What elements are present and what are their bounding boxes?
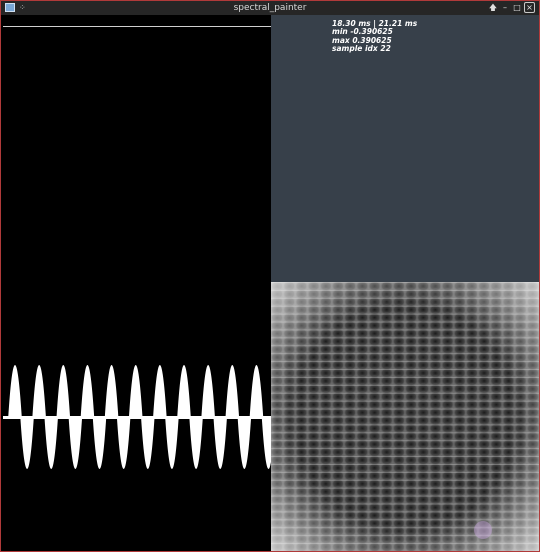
maximize-button[interactable]: □ <box>512 2 522 13</box>
spectrogram-edge-fade <box>271 282 539 551</box>
brush-cursor <box>474 521 492 539</box>
spectrogram-image <box>271 282 539 551</box>
window-title: spectral_painter <box>233 3 307 13</box>
app-window: ⁘ spectral_painter 🡅 – □ × 18.30 ms | 21… <box>0 0 540 552</box>
info-panel: 18.30 ms | 21.21 ms min -0.390625 max 0.… <box>271 15 539 282</box>
title-bar-buttons: 🡅 – □ × <box>488 2 535 13</box>
waveform-panel[interactable] <box>3 15 271 551</box>
stats-readout: 18.30 ms | 21.21 ms min -0.390625 max 0.… <box>332 19 417 53</box>
title-bar[interactable]: ⁘ spectral_painter 🡅 – □ × <box>1 1 539 15</box>
waveform-lobes <box>8 365 271 469</box>
minimize-button[interactable]: – <box>500 2 510 13</box>
close-button[interactable]: × <box>524 2 535 13</box>
waveform-top-line <box>3 26 271 27</box>
waveform-plot <box>3 365 271 469</box>
sample-index-text: sample idx 22 <box>332 43 391 53</box>
keep-above-button[interactable]: 🡅 <box>488 2 498 13</box>
app-content: 18.30 ms | 21.21 ms min -0.390625 max 0.… <box>1 15 539 551</box>
spectrogram-panel[interactable] <box>271 282 539 551</box>
